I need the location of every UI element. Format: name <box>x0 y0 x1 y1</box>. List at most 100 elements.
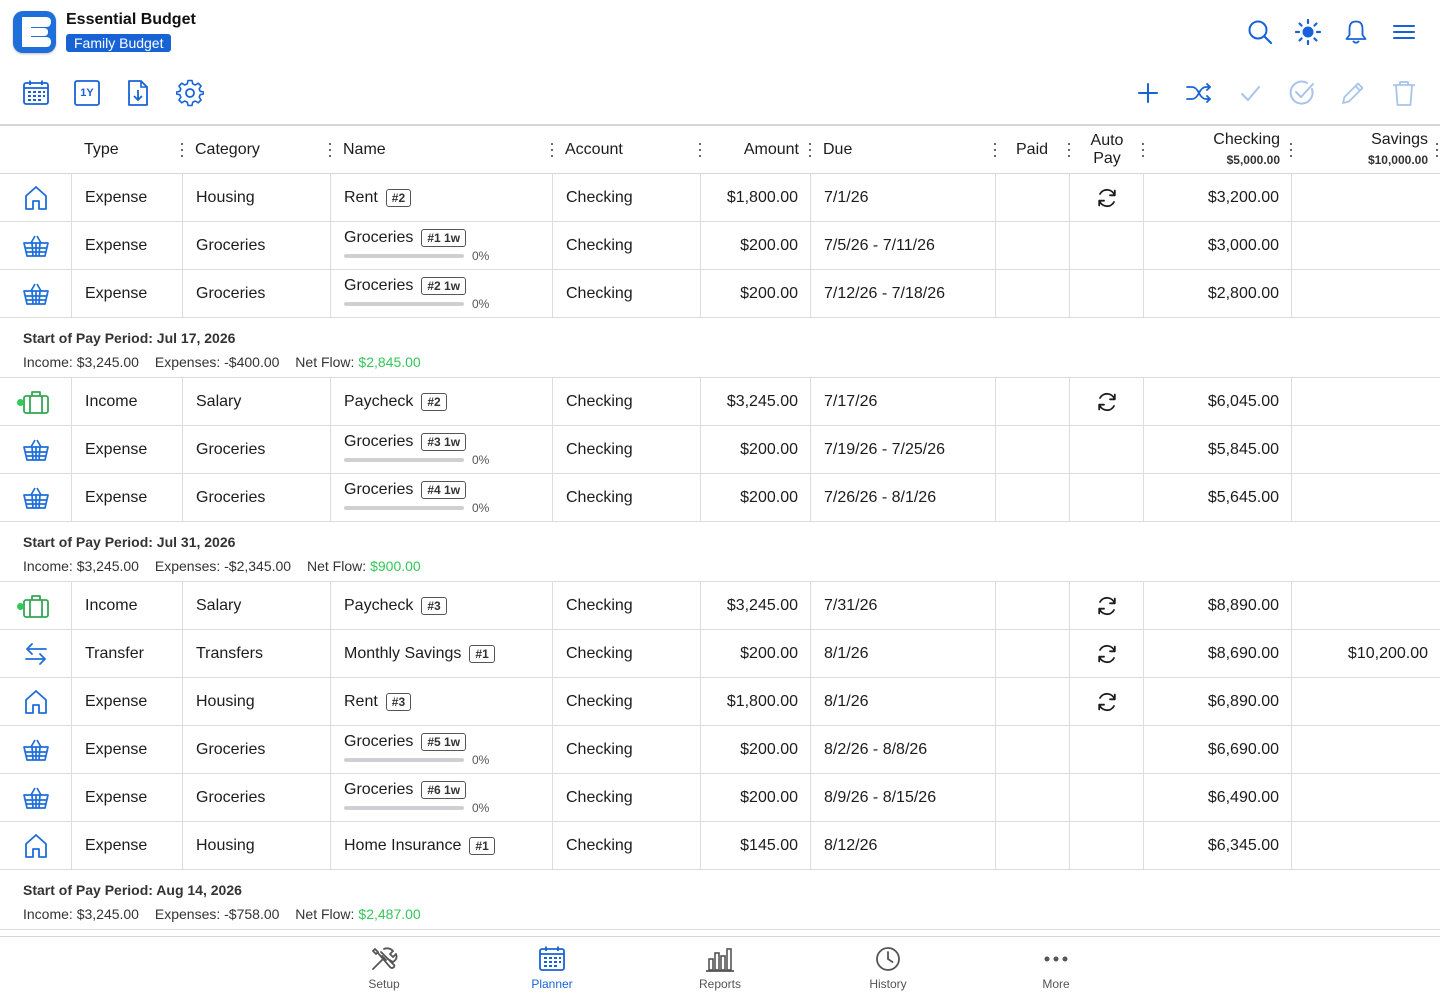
checking-balance-cell: $8,890.00 <box>1144 582 1292 630</box>
trash-icon[interactable] <box>1389 78 1419 108</box>
table-row[interactable]: Transfer Transfers Monthly Savings #1 Che… <box>0 630 1440 678</box>
settings-icon[interactable] <box>175 78 205 108</box>
column-menu-icon[interactable] <box>1434 143 1440 157</box>
check-circle-icon[interactable] <box>1287 78 1317 108</box>
paid-cell[interactable] <box>996 222 1070 270</box>
column-header-paid[interactable]: Paid <box>1016 126 1056 174</box>
column-menu-icon[interactable] <box>1140 143 1146 157</box>
savings-balance-cell <box>1292 678 1440 726</box>
savings-balance-cell <box>1292 582 1440 630</box>
item-name: Groceries <box>344 733 414 750</box>
paid-cell[interactable] <box>996 678 1070 726</box>
type-icon-cell <box>0 822 72 870</box>
savings-balance-cell: $10,200.00 <box>1347 645 1428 662</box>
amount-cell: $1,800.00 <box>701 174 811 222</box>
column-menu-icon[interactable] <box>1066 143 1072 157</box>
paid-cell[interactable] <box>996 174 1070 222</box>
add-icon[interactable] <box>1133 78 1163 108</box>
column-menu-icon[interactable] <box>549 143 555 157</box>
column-menu-icon[interactable] <box>1288 143 1294 157</box>
savings-balance-cell <box>1292 426 1440 474</box>
calendar-icon[interactable] <box>21 78 51 108</box>
autopay-header-line1: Auto <box>1090 132 1124 149</box>
column-header-due[interactable]: Due <box>823 126 983 174</box>
occurrence-tag: #6 1w <box>421 781 467 799</box>
basket-icon <box>22 484 50 512</box>
table-row[interactable]: Expense Groceries Groceries #3 1w 0% Chec… <box>0 426 1440 474</box>
search-icon[interactable] <box>1246 18 1274 46</box>
column-header-type[interactable]: Type <box>84 126 174 174</box>
pencil-icon[interactable] <box>1338 78 1368 108</box>
paid-cell[interactable] <box>996 270 1070 318</box>
occurrence-tag: #1 <box>469 837 495 855</box>
nav-more[interactable]: More <box>1016 945 1096 995</box>
one-year-label: 1Y <box>80 87 94 99</box>
check-icon[interactable] <box>1235 78 1265 108</box>
nav-reports[interactable]: Reports <box>680 945 760 995</box>
type-cell: Expense <box>72 678 183 726</box>
table-row[interactable]: Expense Groceries Groceries #1 1w 0% Chec… <box>0 222 1440 270</box>
type-icon-cell <box>0 270 72 318</box>
net-flow-value: $2,845.00 <box>358 354 421 370</box>
column-menu-icon[interactable] <box>179 143 185 157</box>
progress-bar <box>344 458 464 462</box>
nav-planner[interactable]: Planner <box>512 945 592 995</box>
table-row[interactable]: Expense Groceries Groceries #4 1w 0% Chec… <box>0 474 1440 522</box>
paid-cell[interactable] <box>996 630 1070 678</box>
column-menu-icon[interactable] <box>327 143 333 157</box>
nav-setup[interactable]: Setup <box>344 945 424 995</box>
occurrence-tag: #1 1w <box>421 229 467 247</box>
due-cell: 8/1/26 <box>811 678 996 726</box>
column-header-savings[interactable]: Savings $10,000.00 <box>1300 126 1428 174</box>
paid-cell[interactable] <box>996 726 1070 774</box>
paid-cell[interactable] <box>996 822 1070 870</box>
amount-cell: $200.00 <box>701 426 811 474</box>
paid-cell[interactable] <box>996 582 1070 630</box>
column-menu-icon[interactable] <box>807 143 813 157</box>
table-row[interactable]: Expense Groceries Groceries #5 1w 0% Chec… <box>0 726 1440 774</box>
hamburger-menu-icon[interactable] <box>1390 18 1418 46</box>
clock-icon <box>876 947 900 971</box>
period-net-flow: Net Flow: $900.00 <box>307 558 421 574</box>
budget-selector[interactable]: Family Budget <box>66 34 172 52</box>
column-header-account[interactable]: Account <box>565 126 695 174</box>
column-menu-icon[interactable] <box>992 143 998 157</box>
export-icon[interactable] <box>123 78 153 108</box>
name-cell: Home Insurance #1 <box>331 822 553 870</box>
column-header-name[interactable]: Name <box>343 126 543 174</box>
column-menu-icon[interactable] <box>697 143 703 157</box>
table-row[interactable]: Expense Housing Rent #3 Checking $1,800.0… <box>0 678 1440 726</box>
table-row[interactable]: Expense Housing Home Insurance #1 Checkin… <box>0 822 1440 870</box>
amount-cell: $1,800.00 <box>701 678 811 726</box>
transfer-icon <box>22 640 50 668</box>
table-row[interactable]: Expense Groceries Groceries #6 1w 0% Chec… <box>0 774 1440 822</box>
category-cell: Groceries <box>183 474 331 522</box>
category-cell: Salary <box>183 378 331 426</box>
column-header-category[interactable]: Category <box>195 126 325 174</box>
column-header-autopay[interactable]: Auto Pay <box>1076 126 1138 174</box>
bell-icon[interactable] <box>1342 18 1370 46</box>
paid-cell[interactable] <box>996 774 1070 822</box>
type-cell: Transfer <box>72 630 183 678</box>
table-row[interactable]: Expense Groceries Groceries #2 1w 0% Chec… <box>0 270 1440 318</box>
nav-history[interactable]: History <box>848 945 928 995</box>
type-cell: Expense <box>72 174 183 222</box>
paid-cell[interactable] <box>996 426 1070 474</box>
column-header-amount[interactable]: Amount <box>710 126 799 174</box>
paid-cell[interactable] <box>996 378 1070 426</box>
category-cell: Housing <box>183 822 331 870</box>
period-income: Income: $3,245.00 <box>23 354 139 370</box>
column-header-checking[interactable]: Checking $5,000.00 <box>1150 126 1280 174</box>
table-row[interactable]: Income Salary Paycheck #3 Checking $3,245… <box>0 582 1440 630</box>
shuffle-icon[interactable] <box>1184 78 1214 108</box>
pay-period-title: Start of Pay Period: Jul 31, 2026 <box>23 534 236 550</box>
amount-cell: $3,245.00 <box>701 378 811 426</box>
one-year-icon[interactable]: 1Y <box>72 78 102 108</box>
paid-cell[interactable] <box>996 474 1070 522</box>
table-row[interactable]: Income Salary Paycheck #2 Checking $3,245… <box>0 378 1440 426</box>
amount-cell: $200.00 <box>701 270 811 318</box>
pay-period-totals: Income: $3,245.00 Expenses: -$400.00 Net… <box>23 354 433 370</box>
brightness-icon[interactable] <box>1294 18 1322 46</box>
table-row[interactable]: Expense Housing Rent #2 Checking $1,800.0… <box>0 174 1440 222</box>
occurrence-tag: #4 1w <box>421 481 467 499</box>
